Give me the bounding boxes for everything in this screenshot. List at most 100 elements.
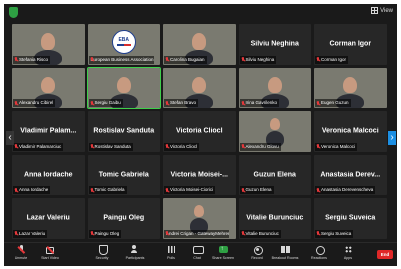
participant-name-label: Vitalie Burunciuc (239, 229, 281, 238)
participant-tile[interactable]: Paingu Oleg Paingu Oleg (87, 198, 160, 239)
chat-icon (192, 245, 204, 254)
participant-tile[interactable]: Anastasia Derev... Anastasia Derevenschev… (314, 154, 387, 195)
participant-name: Paingu Oleg (94, 230, 120, 236)
muted-mic-icon (316, 144, 320, 149)
participant-tile[interactable]: Guzun Elena Guzun Elena (238, 154, 311, 195)
unmute-button[interactable]: Unmute (5, 245, 37, 265)
participant-tile[interactable]: Anna Iordache Anna Iordache (12, 154, 85, 195)
participant-display-name: Rostislav Sanduta (93, 127, 155, 135)
participant-tile[interactable]: Rostislav Sanduta Rostislav Sanduta (87, 111, 160, 152)
muted-mic-icon (241, 231, 245, 236)
apps-button[interactable]: Apps (332, 245, 364, 265)
participant-display-name: Tomic Gabriela (98, 171, 149, 179)
participant-tile[interactable]: Carolina Bugaian (163, 24, 236, 65)
apps-icon (344, 245, 353, 254)
breakout-rooms-label: Breakout Rooms (271, 256, 299, 260)
participant-tile[interactable]: Veronica Malcoci Veronica Malcoci (314, 111, 387, 152)
participant-name: Alexandru Glovu (245, 143, 279, 149)
participant-tile[interactable]: Tomic Gabriela Tomic Gabriela (87, 154, 160, 195)
participant-gallery: Stefania Risco EBA European Business Assoc… (4, 4, 397, 240)
reactions-button[interactable]: Reactions (303, 245, 335, 265)
muted-mic-icon (241, 187, 245, 193)
participant-name: Silviu Neghina (245, 56, 275, 62)
next-page-arrow-icon[interactable]: › (388, 131, 396, 145)
participant-name: Stefan Bravo (170, 100, 197, 105)
muted-mic-icon (316, 187, 320, 193)
participant-tile[interactable]: Andrei Crigan - GatewayMehrenr (163, 198, 236, 239)
participant-tile[interactable]: Victoria Moisei-... Victoria Moisei-Ciori… (163, 154, 236, 195)
participant-tile[interactable]: Alexandru Cibirel (12, 67, 85, 108)
participant-video-head (269, 118, 280, 130)
participant-name-label: Vladimir Palamarciuc (13, 142, 64, 151)
muted-mic-icon (14, 231, 18, 236)
participant-tile[interactable]: Lazar Valeriu Lazar Valeriu (12, 198, 85, 239)
breakout-rooms-button[interactable]: Breakout Rooms (269, 245, 301, 265)
participant-tile[interactable]: Stefan Bravo (163, 67, 236, 108)
participant-name-label: Eugen Guzun (315, 99, 351, 107)
participant-name-label: Tomic Gabriela (88, 186, 127, 194)
muted-mic-icon (316, 57, 320, 62)
participant-display-name: Sergiu Suveica (325, 214, 376, 222)
muted-mic-icon (241, 100, 245, 106)
logo-bar (116, 44, 131, 47)
participant-video-head (192, 33, 207, 50)
start-video-button[interactable]: Start Video (34, 245, 66, 265)
participant-tile[interactable]: Irina Gavrilenko (238, 67, 311, 108)
participant-tile[interactable]: Vladimir Palam... Vladimir Palamarciuc (12, 111, 85, 152)
muted-mic-icon (90, 144, 94, 149)
prev-page-arrow-icon[interactable]: ‹ (6, 131, 14, 145)
participant-name: Anastasia Derevenscheva (321, 187, 374, 192)
participant-name-label: Paingu Oleg (88, 229, 122, 238)
participant-video-head (267, 76, 282, 94)
participant-tile[interactable]: Silviu Neghina Silviu Neghina (238, 24, 311, 65)
muted-mic-icon (14, 144, 18, 149)
participant-name: Vitalie Burunciuc (245, 230, 279, 236)
participant-tile[interactable]: Corman Igor Corman Igor (314, 24, 387, 65)
participant-display-name: Lazar Valeriu (26, 214, 70, 222)
participant-name-label: Veronica Malcoci (315, 142, 358, 151)
muted-mic-icon (165, 100, 169, 106)
participants-icon (130, 245, 140, 254)
muted-mic-icon (90, 100, 94, 106)
participant-tile[interactable]: Sergiu Gaibu (86, 66, 161, 109)
video-off-icon (45, 245, 55, 254)
participant-tile[interactable]: Sergiu Suveica Sergiu Suveica (314, 198, 387, 239)
reactions-icon (315, 245, 325, 255)
participant-name: Irina Gavrilenko (245, 100, 278, 105)
participant-tile[interactable]: Stefania Risco (12, 24, 85, 65)
participant-tile[interactable]: Alexandru Glovu (238, 111, 311, 152)
end-meeting-button[interactable]: End (377, 250, 393, 259)
participant-display-name: Paingu Oleg (103, 214, 145, 222)
security-button[interactable]: Security (86, 245, 118, 265)
participants-button[interactable]: Participants (119, 245, 151, 265)
participant-name: Andrei Crigan - GatewayMehrenr (166, 230, 230, 236)
participant-name-label: Andrei Crigan - GatewayMehrenr (164, 229, 230, 238)
muted-mic-icon (14, 187, 18, 193)
participant-name: Corman Igor (321, 56, 347, 62)
unmute-label: Unmute (14, 256, 28, 260)
participant-name-label: Alexandru Glovu (239, 142, 281, 151)
participant-name-label: Corman Igor (315, 55, 349, 64)
participant-display-name: Victoria Moisei-... (170, 171, 228, 179)
start-video-label: Start Video (41, 256, 59, 260)
participant-name: Vladimir Palamarciuc (19, 143, 62, 149)
participant-tile[interactable]: Eugen Guzun (314, 67, 387, 108)
share-screen-button[interactable]: Share Screen (207, 245, 239, 265)
share-screen-icon (218, 245, 228, 254)
muted-mic-icon (316, 100, 320, 106)
participant-name: Victoria Cliocl (170, 143, 198, 149)
participant-name-label: Stefania Risco (13, 55, 51, 64)
participant-tile[interactable]: Vitalie Burunciuc Vitalie Burunciuc (238, 198, 311, 239)
participant-name-label: Guzun Elena (239, 186, 274, 194)
participant-display-name: Vladimir Palam... (20, 127, 77, 135)
participant-name: Tomic Gabriela (94, 187, 125, 192)
chat-label: Chat (193, 256, 201, 260)
participant-name: Eugen Guzun (321, 100, 349, 105)
record-label: Record (251, 256, 263, 260)
participant-tile[interactable]: Victoria Cliocl Victoria Cliocl (163, 111, 236, 152)
participant-name: Guzun Elena (245, 187, 272, 192)
participant-tile[interactable]: EBA European Business Association M... (87, 24, 160, 65)
eba-logo-icon: EBA (111, 29, 136, 54)
participant-video-head (343, 76, 358, 94)
participant-display-name: Corman Igor (329, 40, 372, 48)
